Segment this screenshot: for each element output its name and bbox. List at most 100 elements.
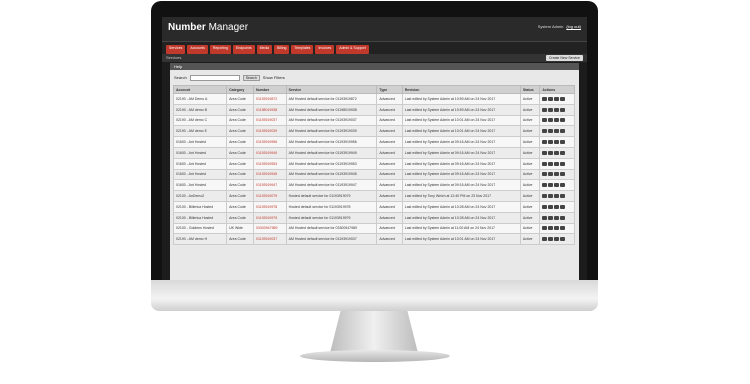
help-toggle[interactable]: Help xyxy=(170,63,579,70)
copy-icon[interactable] xyxy=(548,96,554,101)
delete-icon[interactable] xyxy=(560,161,566,166)
delete-icon[interactable] xyxy=(560,172,566,177)
table-row[interactable]: 02100 - Goldens Hosted UK Wide 03300947989… xyxy=(172,222,575,235)
edit-icon[interactable] xyxy=(542,96,548,101)
history-icon[interactable] xyxy=(554,172,560,177)
nav-tab-8[interactable]: Admin & Support xyxy=(336,45,369,54)
edit-icon[interactable] xyxy=(542,226,548,231)
edit-icon[interactable] xyxy=(542,129,548,134)
edit-icon[interactable] xyxy=(542,237,548,242)
column-header[interactable]: Number xyxy=(253,85,287,94)
edit-icon[interactable] xyxy=(542,183,548,188)
table-cell[interactable]: 01193919979 xyxy=(253,211,287,224)
show-filters-link[interactable]: Show Filters xyxy=(263,75,285,80)
delete-icon[interactable] xyxy=(560,129,566,134)
delete-icon[interactable] xyxy=(560,96,566,101)
history-icon[interactable] xyxy=(554,226,560,231)
nav-tab-5[interactable]: Billing xyxy=(274,45,290,54)
table-cell[interactable]: 01193919978 xyxy=(253,200,287,213)
column-header[interactable]: Category xyxy=(226,85,254,94)
table-cell[interactable]: 01193919039 xyxy=(253,125,287,138)
copy-icon[interactable] xyxy=(548,172,554,177)
edit-icon[interactable] xyxy=(542,118,548,123)
delete-icon[interactable] xyxy=(560,226,566,231)
edit-icon[interactable] xyxy=(542,150,548,155)
table-row[interactable]: 02190 - AM Demo A Area Code 01193919872 AM … xyxy=(172,93,575,105)
logout-link[interactable]: (log out) xyxy=(566,24,581,29)
history-icon[interactable] xyxy=(554,215,560,220)
history-icon[interactable] xyxy=(554,118,560,123)
table-cell[interactable]: 01193919037 xyxy=(253,114,287,127)
nav-tab-7[interactable]: Invoices xyxy=(315,45,335,54)
table-row[interactable]: 01600 - Ant Hosted Area Code 01193919949 AM… xyxy=(172,146,575,159)
table-row[interactable]: 01600 - Ant Hosted Area Code 01193919953 AM… xyxy=(172,157,575,170)
table-cell[interactable]: 01193919037 xyxy=(253,233,287,246)
table-cell[interactable]: 01198019938 xyxy=(253,103,287,116)
delete-icon[interactable] xyxy=(560,140,566,145)
table-row[interactable]: 01600 - Ant Hosted Area Code 01193919956 AM… xyxy=(172,136,575,148)
edit-icon[interactable] xyxy=(542,215,548,220)
search-button[interactable]: Search xyxy=(242,74,260,81)
table-row[interactable]: 01600 - Ant Hosted Area Code 01193919947 AM… xyxy=(172,179,575,192)
copy-icon[interactable] xyxy=(548,118,554,123)
table-cell[interactable]: 03300947989 xyxy=(253,222,287,235)
edit-icon[interactable] xyxy=(542,140,548,145)
table-cell[interactable]: 01193919872 xyxy=(253,93,287,105)
column-header[interactable]: Status xyxy=(519,85,541,94)
history-icon[interactable] xyxy=(554,107,560,112)
history-icon[interactable] xyxy=(554,237,560,242)
copy-icon[interactable] xyxy=(548,150,554,155)
history-icon[interactable] xyxy=(554,161,560,166)
nav-tab-0[interactable]: Services xyxy=(166,45,186,54)
delete-icon[interactable] xyxy=(560,150,566,155)
delete-icon[interactable] xyxy=(560,194,566,199)
search-input[interactable] xyxy=(189,74,240,81)
history-icon[interactable] xyxy=(554,129,560,134)
delete-icon[interactable] xyxy=(560,204,566,209)
table-row[interactable]: 02100 - Billerica Hosted Area Code 0119391… xyxy=(172,200,575,213)
copy-icon[interactable] xyxy=(548,107,554,112)
delete-icon[interactable] xyxy=(560,237,566,242)
column-header[interactable]: Revision xyxy=(401,85,521,94)
delete-icon[interactable] xyxy=(560,107,566,112)
copy-icon[interactable] xyxy=(548,161,554,166)
copy-icon[interactable] xyxy=(548,183,554,188)
history-icon[interactable] xyxy=(554,183,560,188)
table-row[interactable]: 02190 - AM demo H Area Code 01193919037 AM … xyxy=(172,233,575,246)
delete-icon[interactable] xyxy=(560,183,566,188)
edit-icon[interactable] xyxy=(542,161,548,166)
table-row[interactable]: 02190 - AM demo C Area Code 01193919037 AM … xyxy=(172,114,575,127)
history-icon[interactable] xyxy=(554,140,560,145)
column-header[interactable]: Account xyxy=(172,85,228,94)
history-icon[interactable] xyxy=(554,150,560,155)
nav-tab-3[interactable]: Endpoints xyxy=(233,45,255,54)
copy-icon[interactable] xyxy=(548,194,554,199)
edit-icon[interactable] xyxy=(542,172,548,177)
table-row[interactable]: 02100 - Billerica Hosted Area Code 0119391… xyxy=(172,211,575,224)
nav-tab-4[interactable]: Media xyxy=(256,45,273,54)
delete-icon[interactable] xyxy=(560,215,566,220)
delete-icon[interactable] xyxy=(560,118,566,123)
table-cell[interactable]: 01193919079 xyxy=(253,190,287,202)
nav-tab-6[interactable]: Templates xyxy=(291,45,314,54)
history-icon[interactable] xyxy=(554,204,560,209)
copy-icon[interactable] xyxy=(548,129,554,134)
table-cell[interactable]: 01193919945 xyxy=(253,168,287,181)
history-icon[interactable] xyxy=(554,96,560,101)
column-header[interactable]: Type xyxy=(376,85,403,94)
create-service-button[interactable]: Create New Service xyxy=(545,55,583,61)
copy-icon[interactable] xyxy=(548,237,554,242)
edit-icon[interactable] xyxy=(542,107,548,112)
nav-tab-2[interactable]: Reporting xyxy=(209,45,232,54)
table-cell[interactable]: 01193919953 xyxy=(253,157,287,170)
column-header[interactable]: Actions xyxy=(539,85,575,94)
copy-icon[interactable] xyxy=(548,140,554,145)
edit-icon[interactable] xyxy=(542,194,548,199)
nav-tab-1[interactable]: Accounts xyxy=(187,45,208,54)
copy-icon[interactable] xyxy=(548,226,554,231)
copy-icon[interactable] xyxy=(548,215,554,220)
table-row[interactable]: 02100 - AnDemo2 Area Code 01193919079 Hoste… xyxy=(172,190,575,202)
copy-icon[interactable] xyxy=(548,204,554,209)
table-cell[interactable]: 01193919947 xyxy=(253,179,287,192)
column-header[interactable]: Service xyxy=(285,85,378,94)
